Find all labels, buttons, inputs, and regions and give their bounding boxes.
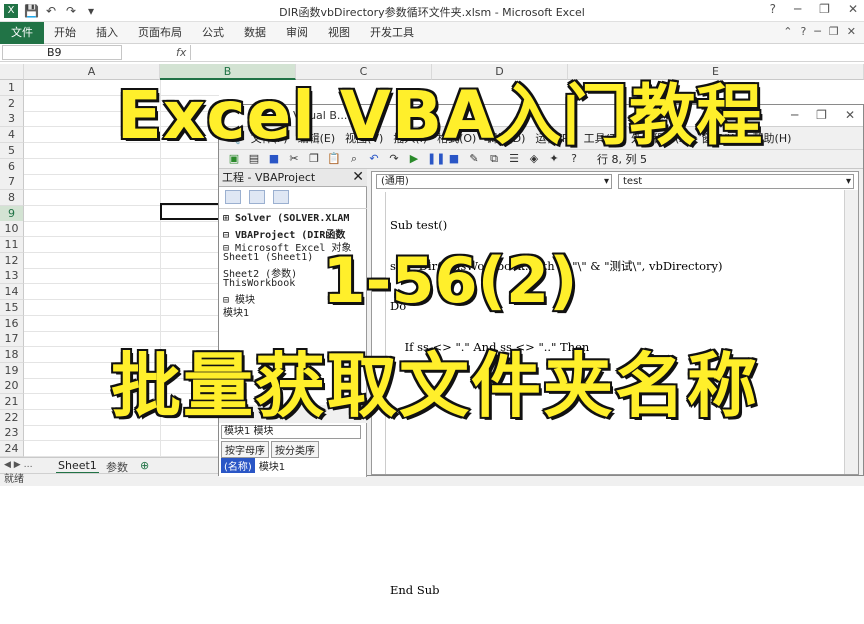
code-line: ​	[390, 503, 723, 517]
procedure-select[interactable]: test	[618, 174, 854, 189]
gridline	[24, 440, 219, 442]
window-controls: ? ─ ❐ ✕	[770, 2, 858, 16]
row-header-7[interactable]: 7	[0, 174, 24, 191]
row-header-18[interactable]: 18	[0, 346, 24, 363]
row-header-17[interactable]: 17	[0, 331, 24, 348]
row-header-20[interactable]: 20	[0, 378, 24, 395]
tab-home[interactable]: 开始	[44, 22, 86, 44]
minimize-icon[interactable]: ─	[814, 25, 821, 38]
gridline	[24, 252, 219, 253]
tab-categorized[interactable]: 按分类序	[271, 441, 319, 458]
minimize-icon[interactable]: ─	[794, 2, 801, 16]
gridline	[24, 314, 219, 316]
window-title: DIR函数vbDirectory参数循环文件夹.xlsm - Microsoft…	[279, 6, 585, 19]
name-box[interactable]: B9	[2, 45, 122, 60]
headline-banner: Excel VBA入门教程	[115, 76, 764, 156]
row-header-21[interactable]: 21	[0, 394, 24, 410]
row-header-9[interactable]: 9	[0, 205, 24, 222]
close-icon[interactable]: ✕	[352, 170, 364, 184]
gridline	[24, 173, 219, 175]
restore-icon[interactable]: ❐	[829, 25, 839, 38]
tab-view[interactable]: 视图	[318, 22, 360, 44]
tab-alphabetic[interactable]: 按字母序	[221, 441, 269, 458]
code-line: End Sub	[390, 582, 440, 597]
project-explorer-header: 工程 - VBAProject ✕	[219, 169, 367, 187]
help-icon[interactable]: ?	[770, 2, 776, 16]
subtitle-banner: 批量获取文件夹名称	[110, 344, 759, 429]
row-header-6[interactable]: 6	[0, 158, 24, 175]
gridline	[24, 189, 219, 191]
gridline	[24, 236, 219, 238]
close-icon[interactable]: ✕	[845, 108, 855, 122]
gridline	[24, 267, 219, 269]
gridline	[24, 299, 219, 301]
row-header-12[interactable]: 12	[0, 252, 24, 269]
tab-file[interactable]: 文件	[0, 21, 44, 44]
tree-item-solver[interactable]: ⊞ Solver (SOLVER.XLAM	[223, 213, 365, 224]
help-circle-icon[interactable]: ?	[800, 25, 806, 38]
formula-input[interactable]	[190, 45, 860, 60]
row-header-24[interactable]: 24	[0, 441, 24, 458]
toggle-folders-icon[interactable]	[273, 190, 289, 204]
view-object-icon[interactable]	[249, 190, 265, 204]
properties-window: 模块1 模块 按字母序 按分类序 (名称) 模块1	[219, 423, 367, 477]
row-header-10[interactable]: 10	[0, 221, 24, 238]
tab-insert[interactable]: 插入	[86, 22, 128, 44]
row-header-14[interactable]: 14	[0, 284, 24, 301]
code-line: Sub test()	[390, 218, 448, 232]
ribbon-right-icons: ⌃ ? ─ ❐ ✕	[783, 25, 856, 38]
view-code-icon[interactable]	[225, 190, 241, 204]
project-explorer-title: 工程 - VBAProject	[222, 171, 316, 184]
sheet-tab-sheet1[interactable]: Sheet1	[56, 459, 99, 474]
select-all-corner[interactable]	[0, 64, 24, 80]
formula-bar: B9 fx	[0, 44, 864, 62]
row-header-4[interactable]: 4	[0, 127, 24, 144]
property-row-name[interactable]: (名称) 模块1	[221, 458, 285, 473]
close-icon[interactable]: ✕	[847, 25, 856, 38]
insert-function-icon[interactable]: fx	[176, 46, 186, 59]
row-header-22[interactable]: 22	[0, 409, 24, 426]
ribbon-tabs: 文件 开始 插入 页面布局 公式 数据 审阅 视图 开发工具	[0, 21, 864, 44]
tab-formulas[interactable]: 公式	[192, 22, 234, 44]
row-header-11[interactable]: 11	[0, 237, 24, 253]
gridline	[24, 220, 219, 222]
row-header-3[interactable]: 3	[0, 111, 24, 128]
close-icon[interactable]: ✕	[848, 2, 858, 16]
row-header-2[interactable]: 2	[0, 95, 24, 112]
row-header-15[interactable]: 15	[0, 299, 24, 316]
tab-page-layout[interactable]: 页面布局	[128, 22, 192, 44]
code-line: ​	[390, 543, 723, 557]
collapse-ribbon-icon[interactable]: ⌃	[783, 25, 792, 38]
new-sheet-icon[interactable]: ⊕	[140, 459, 149, 472]
object-select[interactable]: (通用)	[376, 174, 612, 189]
gridline	[24, 283, 219, 285]
properties-tabs: 按字母序 按分类序	[221, 441, 319, 458]
row-header-13[interactable]: 13	[0, 268, 24, 285]
active-cell-b9[interactable]	[160, 203, 220, 220]
code-line: ​	[390, 462, 723, 476]
property-value: 模块1	[258, 462, 286, 473]
row-header-19[interactable]: 19	[0, 362, 24, 379]
sheet-tab-bar: ◀ ▶ … Sheet1 参数 ⊕	[0, 457, 220, 474]
restore-icon[interactable]: ❐	[819, 2, 830, 16]
sheet-nav-icon[interactable]: ◀ ▶ …	[4, 460, 33, 470]
tab-developer[interactable]: 开发工具	[360, 22, 424, 44]
title-bar: X 💾 ↶ ↷ ▾ DIR函数vbDirectory参数循环文件夹.xlsm -…	[0, 0, 864, 22]
project-explorer-tools	[219, 187, 367, 209]
row-header-16[interactable]: 16	[0, 315, 24, 332]
row-header-5[interactable]: 5	[0, 142, 24, 159]
property-key: (名称)	[221, 458, 255, 473]
row-header-1[interactable]: 1	[0, 80, 24, 96]
code-vertical-scrollbar[interactable]	[844, 190, 858, 474]
tab-review[interactable]: 审阅	[276, 22, 318, 44]
row-header-8[interactable]: 8	[0, 189, 24, 206]
tab-data[interactable]: 数据	[234, 22, 276, 44]
row-header-23[interactable]: 23	[0, 425, 24, 442]
episode-banner: 1-56(2)	[321, 243, 579, 319]
